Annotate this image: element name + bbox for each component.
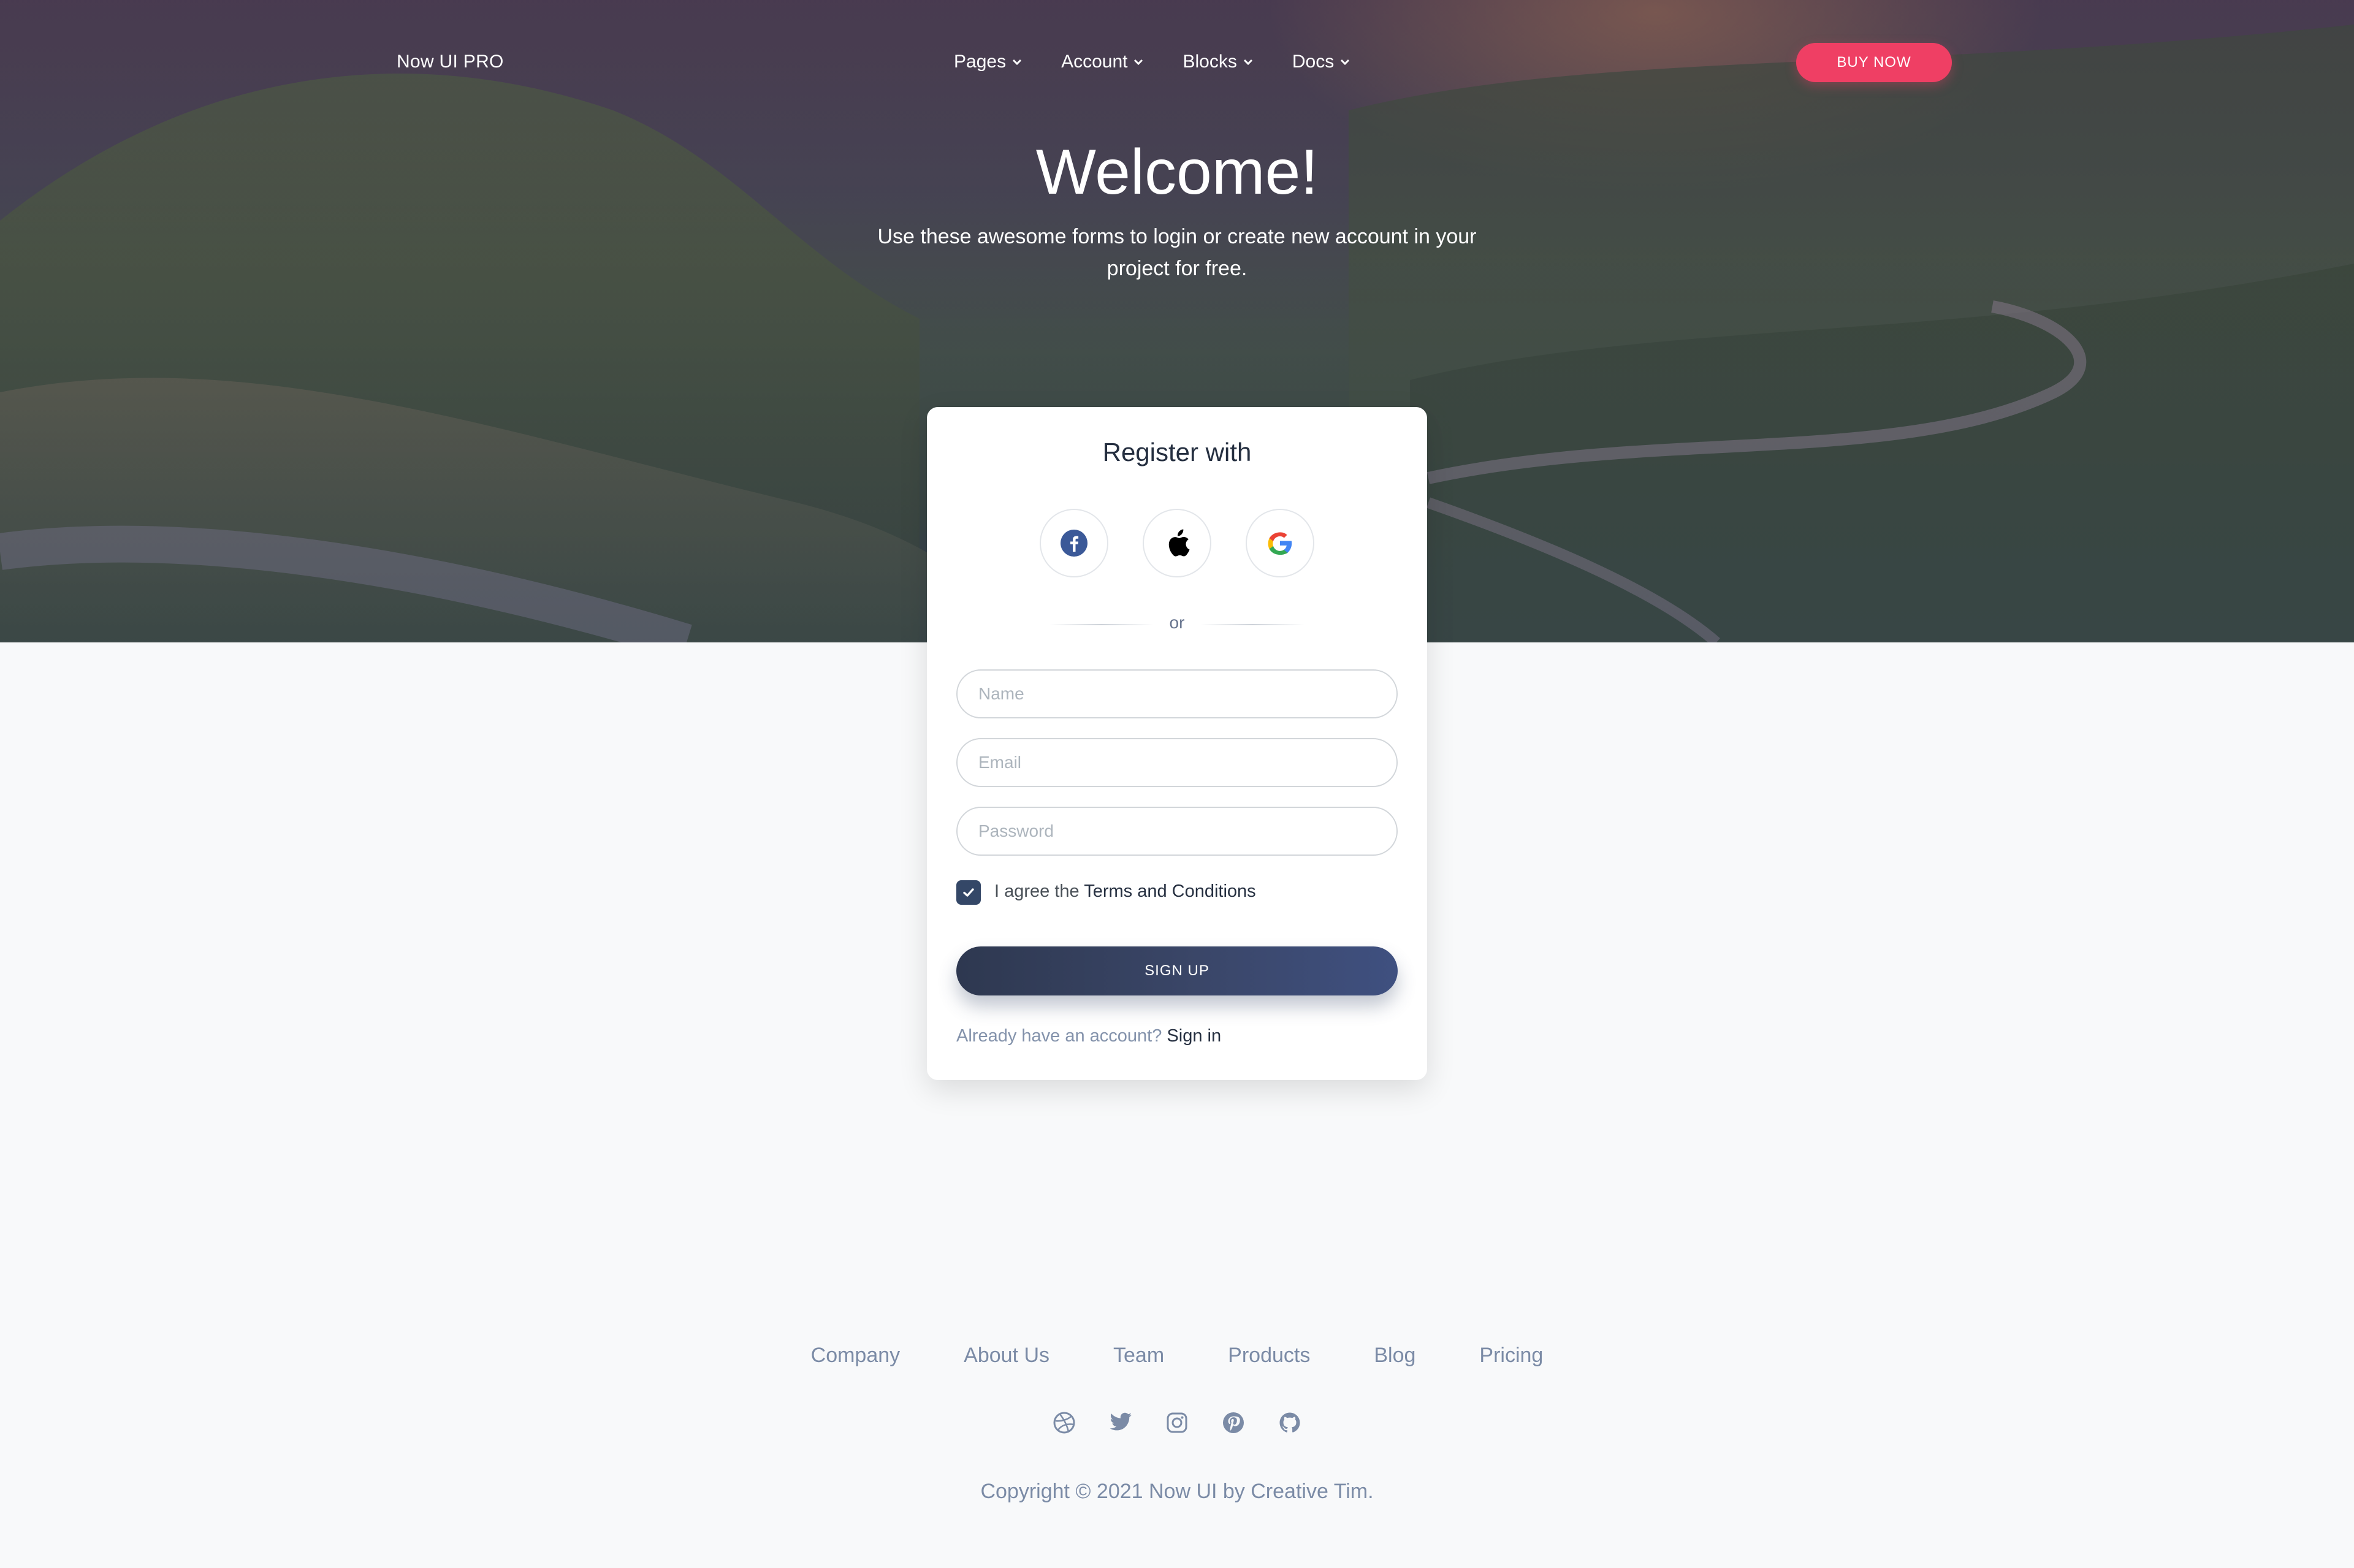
google-icon	[1268, 532, 1292, 555]
nav-item-label: Docs	[1292, 51, 1335, 72]
brand-logo[interactable]: Now UI PRO	[397, 51, 504, 72]
footer-social	[0, 1411, 2354, 1434]
apple-icon	[1168, 529, 1190, 557]
nav-item-blocks[interactable]: Blocks	[1183, 51, 1254, 72]
chevron-down-icon	[1243, 59, 1252, 66]
have-account-label: Already have an account?	[956, 1026, 1162, 1046]
chevron-down-icon	[1013, 59, 1022, 66]
page-title: Welcome!	[1035, 137, 1319, 208]
nav-item-label: Account	[1061, 51, 1128, 72]
footer-link-pricing[interactable]: Pricing	[1479, 1344, 1543, 1368]
nav-item-label: Blocks	[1183, 51, 1237, 72]
dribbble-link[interactable]	[1053, 1411, 1076, 1434]
sign-in-link[interactable]: Sign in	[1167, 1026, 1221, 1046]
nav-item-docs[interactable]: Docs	[1292, 51, 1351, 72]
nav-item-label: Pages	[954, 51, 1007, 72]
nav-item-account[interactable]: Account	[1061, 51, 1145, 72]
or-label: or	[1169, 613, 1185, 632]
nav-menu: Pages Account Blocks Docs	[954, 51, 1389, 72]
facebook-button[interactable]	[1040, 509, 1108, 577]
agree-prefix: I agree the	[994, 881, 1080, 901]
github-icon	[1279, 1412, 1300, 1433]
copyright-text: Copyright © 2021 Now UI by Creative Tim.	[980, 1480, 1374, 1503]
footer-link-about[interactable]: About Us	[964, 1344, 1049, 1368]
top-navbar: Now UI PRO Pages Account Blocks Docs BUY…	[0, 0, 2354, 125]
password-input[interactable]	[956, 807, 1398, 856]
footer-nav: Company About Us Team Products Blog Pric…	[0, 1344, 2354, 1368]
register-card: Register with or I agree the Terms and C…	[927, 407, 1427, 1080]
sign-up-button[interactable]: SIGN UP	[956, 946, 1398, 995]
apple-button[interactable]	[1143, 509, 1211, 577]
footer-link-blog[interactable]: Blog	[1374, 1344, 1415, 1368]
footer-link-products[interactable]: Products	[1228, 1344, 1310, 1368]
terms-link[interactable]: Terms and Conditions	[1084, 881, 1255, 901]
have-account-text: Already have an account? Sign in	[956, 1026, 1221, 1046]
terms-label: I agree the Terms and Conditions	[994, 881, 1256, 902]
instagram-icon	[1167, 1412, 1187, 1433]
instagram-link[interactable]	[1165, 1411, 1189, 1434]
dribbble-icon	[1053, 1412, 1075, 1434]
page-subtitle: Use these awesome forms to login or crea…	[877, 225, 1477, 280]
register-title: Register with	[1102, 438, 1252, 466]
email-input[interactable]	[956, 738, 1398, 787]
chevron-down-icon	[1341, 59, 1350, 66]
checkmark-icon	[963, 888, 974, 897]
footer-link-company[interactable]: Company	[811, 1344, 901, 1368]
github-link[interactable]	[1278, 1411, 1301, 1434]
facebook-icon	[1061, 530, 1087, 557]
pinterest-icon	[1223, 1412, 1244, 1433]
twitter-icon	[1110, 1412, 1132, 1431]
pinterest-link[interactable]	[1222, 1411, 1245, 1434]
chevron-down-icon	[1134, 59, 1143, 66]
nav-item-pages[interactable]: Pages	[954, 51, 1023, 72]
name-input[interactable]	[956, 669, 1398, 718]
google-button[interactable]	[1246, 509, 1314, 577]
divider-right	[1200, 624, 1305, 625]
footer-link-team[interactable]: Team	[1113, 1344, 1164, 1368]
twitter-link[interactable]	[1109, 1411, 1132, 1434]
buy-now-button[interactable]: BUY NOW	[1796, 43, 1952, 82]
terms-checkbox[interactable]	[956, 880, 981, 905]
